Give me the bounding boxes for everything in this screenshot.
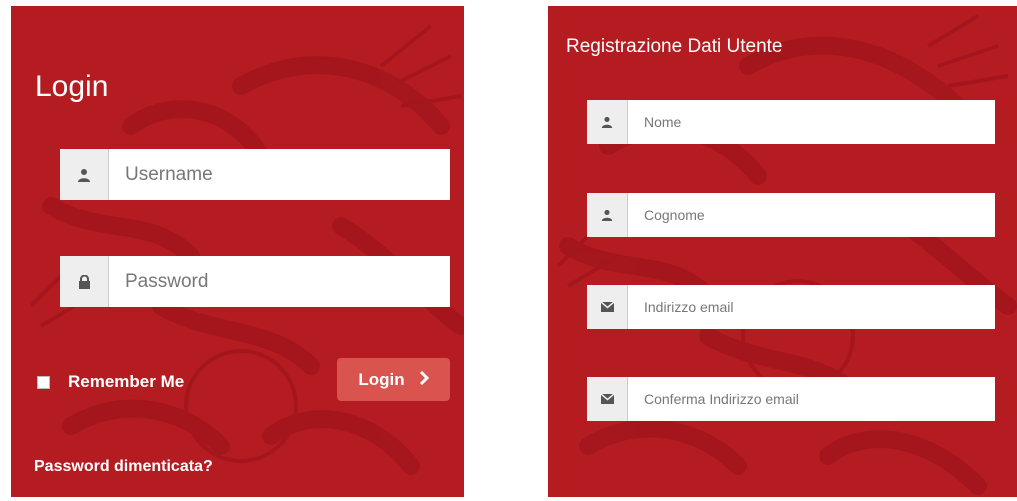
username-field bbox=[60, 149, 450, 200]
remember-checkbox[interactable] bbox=[37, 375, 50, 389]
user-icon bbox=[60, 149, 109, 200]
trinacria-watermark bbox=[556, 14, 1017, 495]
page-title: Login bbox=[35, 70, 109, 103]
user-icon bbox=[587, 100, 628, 144]
envelope-icon bbox=[587, 377, 628, 421]
email-field bbox=[587, 285, 995, 329]
login-button[interactable]: Login bbox=[337, 358, 450, 401]
cognome-input[interactable] bbox=[628, 193, 995, 237]
login-button-label: Login bbox=[358, 369, 405, 389]
lock-icon bbox=[60, 256, 109, 307]
username-input[interactable] bbox=[109, 149, 450, 200]
envelope-icon bbox=[587, 285, 628, 329]
password-field bbox=[60, 256, 450, 307]
user-icon bbox=[587, 193, 628, 237]
confirm-email-input[interactable] bbox=[628, 377, 995, 421]
nome-field bbox=[587, 100, 995, 144]
cognome-field bbox=[587, 193, 995, 237]
password-input[interactable] bbox=[109, 256, 450, 307]
remember-label: Remember Me bbox=[68, 372, 185, 391]
confirm-email-field bbox=[587, 377, 995, 421]
login-panel: Login Remember Me Login Password dimenti… bbox=[11, 6, 464, 497]
chevron-right-icon bbox=[419, 369, 429, 390]
nome-input[interactable] bbox=[628, 100, 995, 144]
remember-me[interactable]: Remember Me bbox=[37, 372, 184, 392]
forgot-password-link[interactable]: Password dimenticata? bbox=[34, 458, 213, 476]
registration-panel: Registrazione Dati Utente bbox=[548, 6, 1017, 497]
email-input[interactable] bbox=[628, 285, 995, 329]
registration-title: Registrazione Dati Utente bbox=[566, 36, 783, 57]
